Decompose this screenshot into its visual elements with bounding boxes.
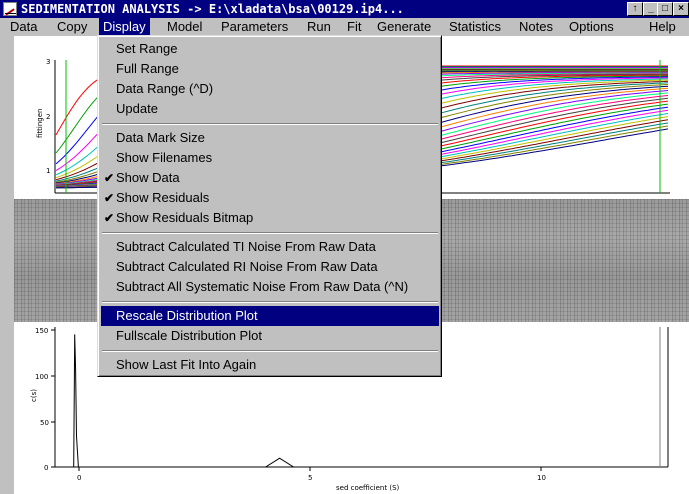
title-bar: SEDIMENTATION ANALYSIS -> E:\xladata\bsa… [0, 0, 689, 18]
menu-model[interactable]: Model [163, 18, 206, 36]
menu-separator [102, 123, 438, 125]
menu-parameters[interactable]: Parameters [217, 18, 292, 36]
menu-item-label: Show Residuals Bitmap [116, 210, 254, 225]
menu-item-set-range[interactable]: Set Range [101, 39, 439, 59]
menu-item-label: Fullscale Distribution Plot [116, 328, 262, 343]
menu-item-full-range[interactable]: Full Range [101, 59, 439, 79]
menu-item-rescale-distribution-plot[interactable]: Rescale Distribution Plot [101, 306, 439, 326]
menu-run[interactable]: Run [303, 18, 335, 36]
window-title: SEDIMENTATION ANALYSIS -> E:\xladata\bsa… [21, 2, 404, 16]
menu-item-show-data[interactable]: ✔ Show Data [101, 168, 439, 188]
menu-item-label: Full Range [116, 61, 179, 76]
menu-item-label: Subtract Calculated RI Noise From Raw Da… [116, 259, 378, 274]
menu-item-data-mark-size[interactable]: Data Mark Size [101, 128, 439, 148]
menu-help[interactable]: Help [645, 18, 680, 36]
up-button[interactable]: ↑ [627, 2, 643, 16]
menu-item-label: Show Last Fit Into Again [116, 357, 257, 372]
menu-item-label: Set Range [116, 41, 178, 56]
menu-statistics[interactable]: Statistics [445, 18, 505, 36]
menu-item-show-residuals-bitmap[interactable]: ✔ Show Residuals Bitmap [101, 208, 439, 228]
app-icon[interactable] [3, 2, 17, 16]
menu-item-label: Update [116, 101, 158, 116]
menu-item-show-residuals[interactable]: ✔ Show Residuals [101, 188, 439, 208]
menu-item-data-range[interactable]: Data Range (^D) [101, 79, 439, 99]
menu-item-label: Subtract Calculated TI Noise From Raw Da… [116, 239, 376, 254]
menu-separator [102, 232, 438, 234]
menu-separator [102, 301, 438, 303]
menu-item-label: Subtract All Systematic Noise From Raw D… [116, 279, 409, 294]
menu-item-update[interactable]: Update [101, 99, 439, 119]
menu-item-label: Rescale Distribution Plot [116, 308, 258, 323]
checkmark-icon: ✔ [104, 191, 115, 205]
menu-bar: Data Copy Display Model Parameters Run F… [0, 18, 689, 36]
menu-item-label: Data Range (^D) [116, 81, 214, 96]
menu-item-label: Show Data [116, 170, 180, 185]
menu-fit[interactable]: Fit [343, 18, 365, 36]
menu-item-subtract-ri-noise[interactable]: Subtract Calculated RI Noise From Raw Da… [101, 257, 439, 277]
menu-item-show-last-fit[interactable]: Show Last Fit Into Again [101, 355, 439, 375]
menu-item-subtract-ti-noise[interactable]: Subtract Calculated TI Noise From Raw Da… [101, 237, 439, 257]
menu-data[interactable]: Data [6, 18, 41, 36]
menu-item-show-filenames[interactable]: Show Filenames [101, 148, 439, 168]
display-menu: Set Range Full Range Data Range (^D) Upd… [97, 35, 442, 377]
menu-generate[interactable]: Generate [373, 18, 435, 36]
menu-item-label: Data Mark Size [116, 130, 205, 145]
menu-item-subtract-all-noise[interactable]: Subtract All Systematic Noise From Raw D… [101, 277, 439, 297]
menu-copy[interactable]: Copy [53, 18, 91, 36]
close-button[interactable]: × [673, 2, 689, 16]
menu-item-fullscale-distribution-plot[interactable]: Fullscale Distribution Plot [101, 326, 439, 346]
checkmark-icon: ✔ [104, 211, 115, 225]
menu-item-label: Show Filenames [116, 150, 213, 165]
maximize-button[interactable]: □ [657, 2, 673, 16]
menu-options[interactable]: Options [565, 18, 618, 36]
menu-notes[interactable]: Notes [515, 18, 557, 36]
menu-display[interactable]: Display [99, 18, 150, 36]
menu-separator [102, 350, 438, 352]
menu-item-label: Show Residuals [116, 190, 210, 205]
checkmark-icon: ✔ [104, 171, 115, 185]
